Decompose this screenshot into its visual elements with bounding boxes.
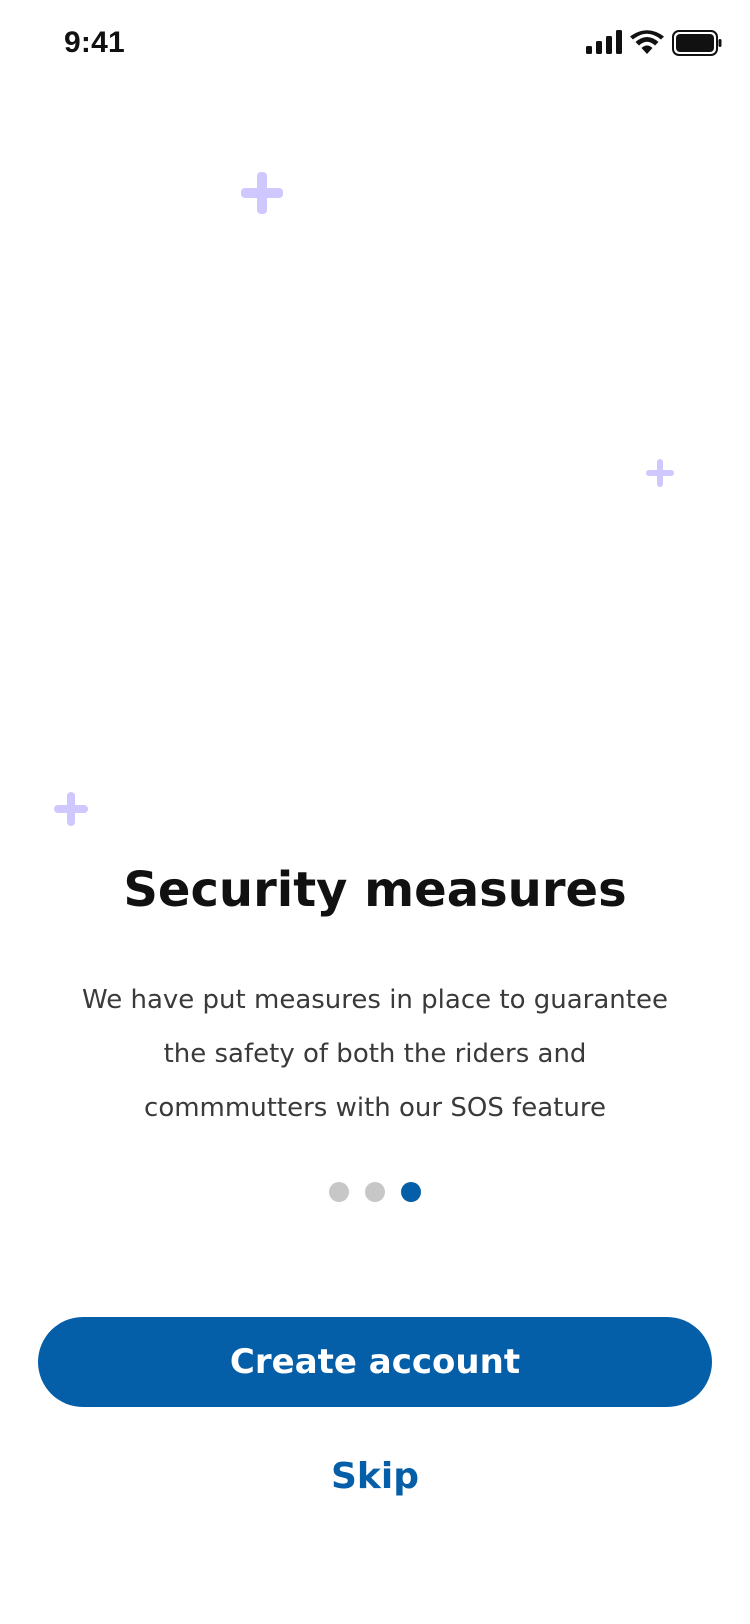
- status-time: 9:41: [64, 26, 125, 59]
- signal-icon: [586, 30, 622, 54]
- skip-link[interactable]: Skip: [0, 1456, 750, 1497]
- pagination-dot[interactable]: [329, 1182, 349, 1202]
- battery-icon: [672, 30, 722, 56]
- create-account-button[interactable]: Create account: [38, 1317, 712, 1407]
- pagination-dot[interactable]: [365, 1182, 385, 1202]
- decor-plus-icon: [646, 459, 674, 487]
- pagination-dots: [0, 1182, 750, 1202]
- onboarding-title: Security measures: [123, 862, 627, 918]
- status-bar: 9:41: [0, 0, 750, 92]
- onboarding-description: We have put measures in place to guarant…: [82, 985, 668, 1123]
- pagination-dot-active[interactable]: [401, 1182, 421, 1202]
- wifi-icon: [630, 30, 664, 54]
- decor-plus-icon: [241, 172, 283, 214]
- decor-plus-icon: [54, 792, 88, 826]
